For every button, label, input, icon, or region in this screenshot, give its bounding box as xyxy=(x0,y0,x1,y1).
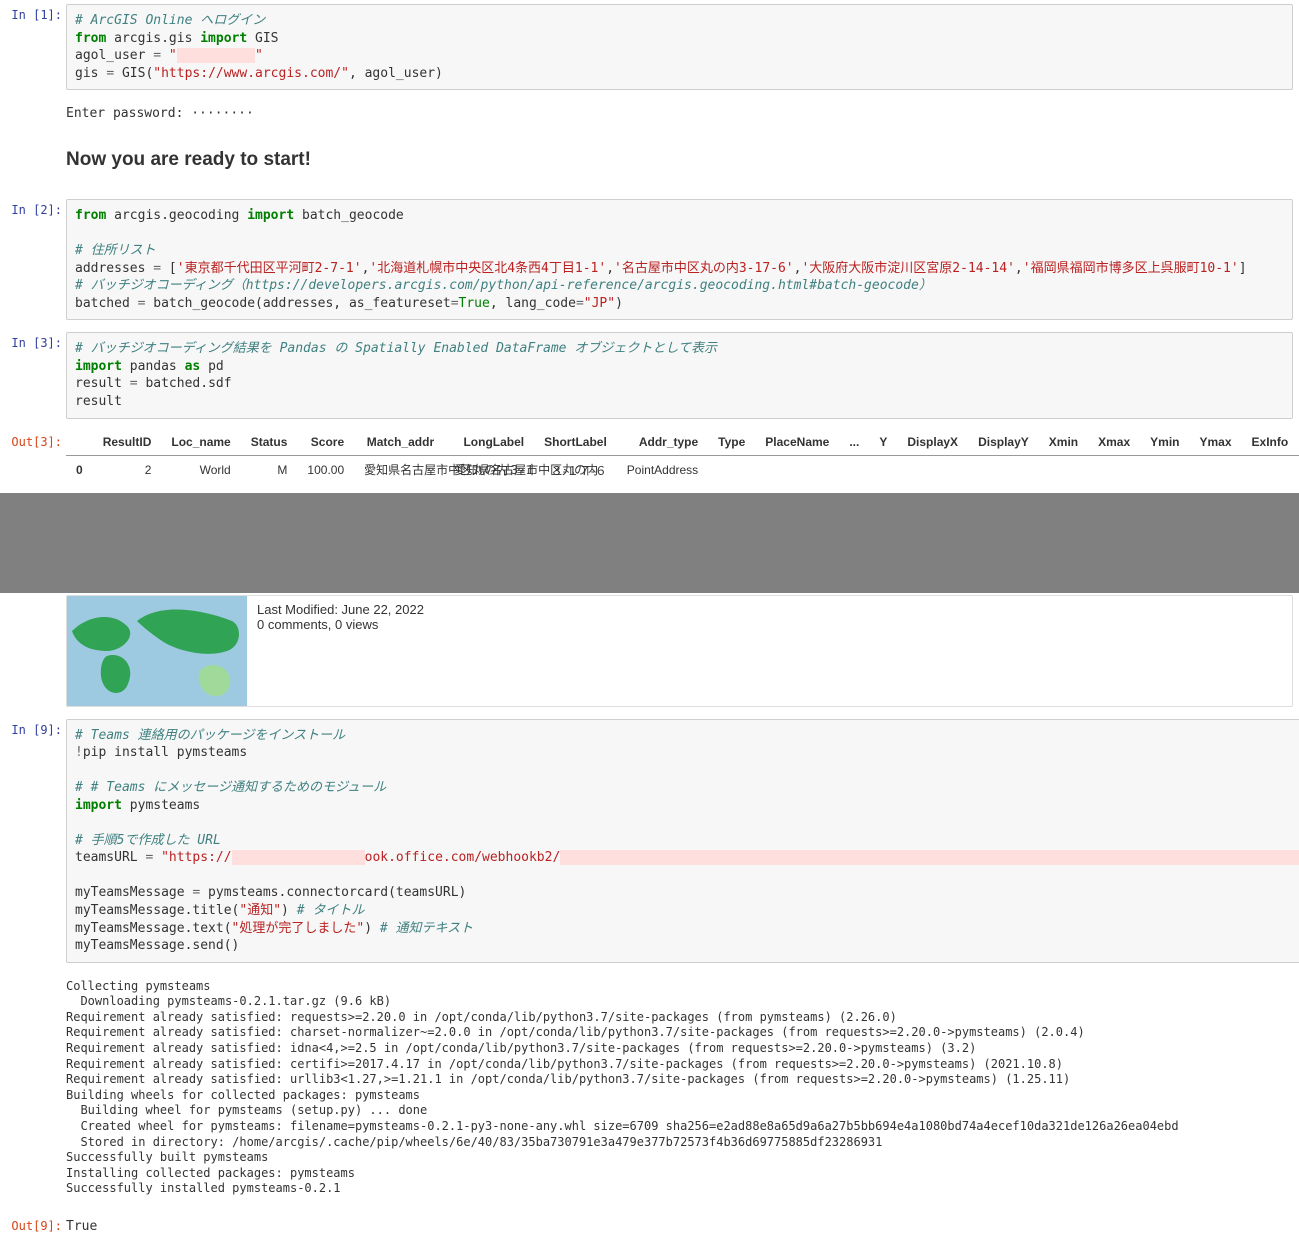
code-9: # Teams 連絡用のパッケージをインストール !pip install py… xyxy=(67,720,1299,962)
cell-in-9: In [9]: # Teams 連絡用のパッケージをインストール !pip in… xyxy=(0,715,1299,971)
md-heading: Now you are ready to start! xyxy=(66,149,1293,171)
cell-in-3: In [3]: # バッチジオコーディング結果を Pandas の Spatia… xyxy=(0,328,1299,426)
code-area-2[interactable]: from arcgis.geocoding import batch_geoco… xyxy=(66,199,1293,320)
prompt-in-3: In [3]: xyxy=(0,330,66,350)
cell-item-card: Last Modified: June 22, 2022 0 comments,… xyxy=(0,593,1299,715)
stdout-9: Collecting pymsteams Downloading pymstea… xyxy=(66,973,1293,1203)
cell-in-2: In [2]: from arcgis.geocoding import bat… xyxy=(0,195,1299,328)
code-3: # バッチジオコーディング結果を Pandas の Spatially Enab… xyxy=(67,333,1292,417)
world-map-icon xyxy=(67,596,247,706)
cell-in-1: In [1]: # ArcGIS Online へログイン from arcgi… xyxy=(0,0,1299,98)
prompt-out-3: Out[3]: xyxy=(0,429,66,449)
table-row: 0 2 World M 100.00 愛知県名古屋市中区丸の内３-１ 愛知県名古… xyxy=(66,455,1299,485)
cell-stdout-9: Collecting pymsteams Downloading pymstea… xyxy=(0,971,1299,1211)
cell-md-1: Now you are ready to start! xyxy=(0,137,1299,195)
item-thumbnail xyxy=(67,596,247,706)
item-stats: 0 comments, 0 views xyxy=(257,617,424,632)
dataframe-table: ResultID Loc_name Status Score Match_add… xyxy=(66,429,1299,485)
prompt-in-9: In [9]: xyxy=(0,717,66,737)
cell-out-3: Out[3]: ResultID Loc_name Status Score M… xyxy=(0,427,1299,493)
df-idx-head xyxy=(66,429,93,456)
code-area-1[interactable]: # ArcGIS Online へログイン from arcgis.gis im… xyxy=(66,4,1293,90)
code-area-3[interactable]: # バッチジオコーディング結果を Pandas の Spatially Enab… xyxy=(66,332,1293,418)
item-modified: Last Modified: June 22, 2022 xyxy=(257,602,424,617)
code-1: # ArcGIS Online へログイン from arcgis.gis im… xyxy=(67,5,1292,89)
code-2: from arcgis.geocoding import batch_geoco… xyxy=(67,200,1292,319)
cell-out-9: Out[9]: True xyxy=(0,1211,1299,1250)
prompt-in-2: In [2]: xyxy=(0,197,66,217)
item-card[interactable]: Last Modified: June 22, 2022 0 comments,… xyxy=(66,595,1293,707)
cell-out-1-text: Enter password: ········ xyxy=(0,98,1299,137)
code-area-9[interactable]: # Teams 連絡用のパッケージをインストール !pip install py… xyxy=(66,719,1299,963)
occluded-region xyxy=(0,493,1299,593)
prompt-in-1: In [1]: xyxy=(0,2,66,22)
stdout-1: Enter password: ········ xyxy=(66,100,1293,129)
dataframe-3: ResultID Loc_name Status Score Match_add… xyxy=(66,429,1299,485)
out-9-value: True xyxy=(66,1213,1293,1242)
prompt-out-9: Out[9]: xyxy=(0,1213,66,1233)
notebook: In [1]: # ArcGIS Online へログイン from arcgi… xyxy=(0,0,1299,1250)
